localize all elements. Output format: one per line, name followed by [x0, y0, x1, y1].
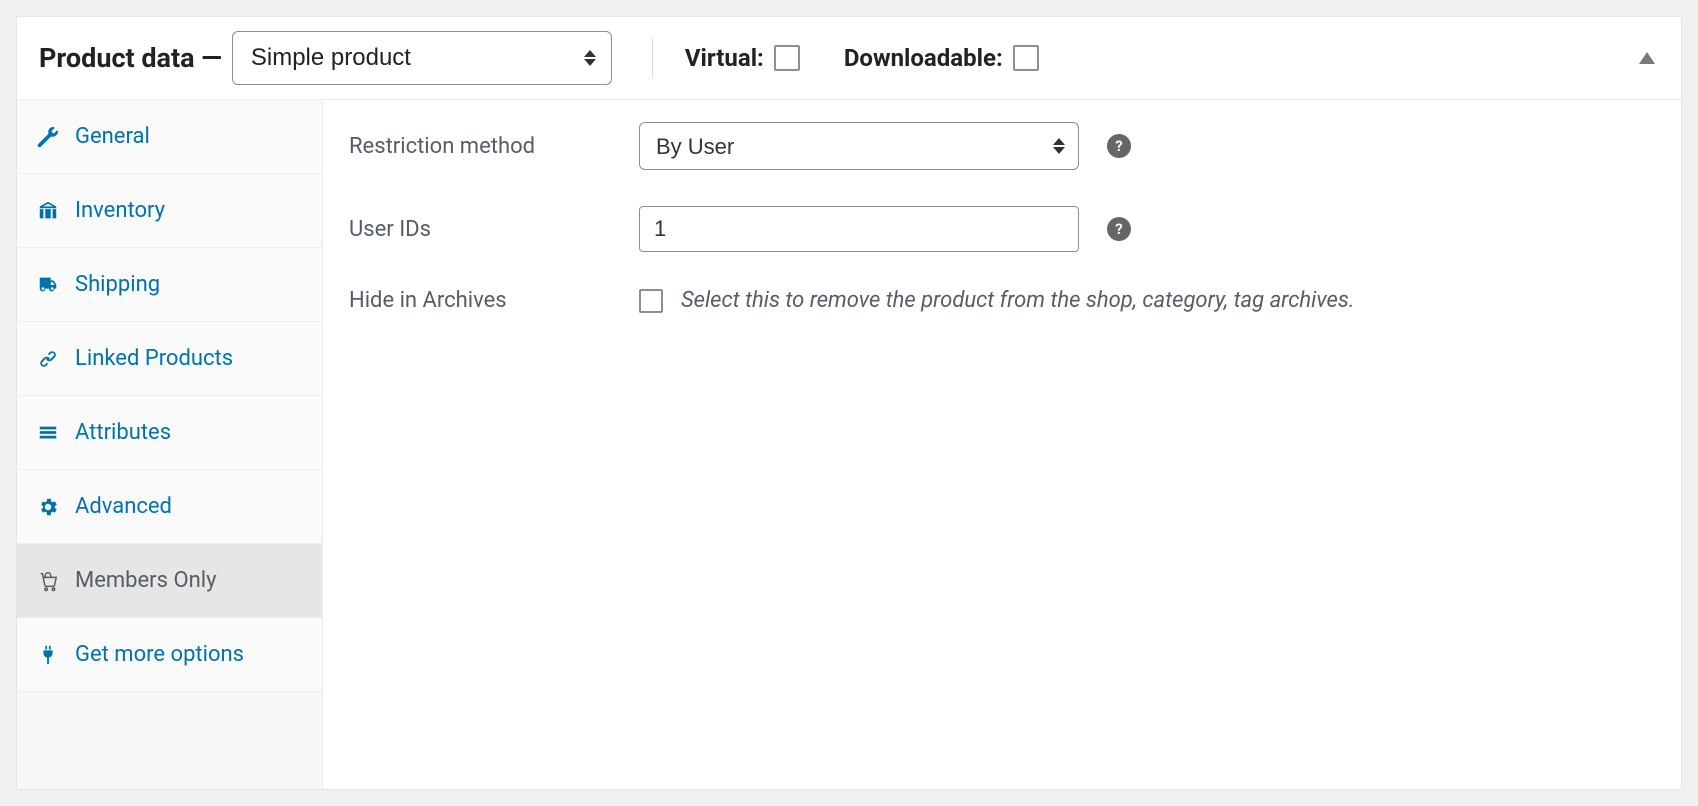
tab-attributes[interactable]: Attributes	[17, 396, 322, 470]
divider	[652, 38, 653, 78]
restriction-method-row: Restriction method By User ?	[349, 122, 1655, 170]
tab-get-more-options[interactable]: Get more options	[17, 618, 322, 692]
cart-icon	[37, 570, 59, 592]
hide-in-archives-hint: Select this to remove the product from t…	[681, 288, 1354, 313]
panel-title: Product data —	[39, 42, 222, 74]
hide-in-archives-label: Hide in Archives	[349, 288, 619, 313]
downloadable-checkbox[interactable]	[1013, 45, 1039, 71]
plug-icon	[37, 644, 59, 666]
user-ids-label: User IDs	[349, 217, 619, 242]
product-data-panel: Product data — Simple product Virtual: D…	[16, 16, 1682, 790]
panel-body: General Inventory Shipping	[17, 100, 1681, 789]
downloadable-label: Downloadable:	[844, 44, 1003, 72]
help-icon[interactable]: ?	[1107, 217, 1131, 241]
tab-members-only[interactable]: Members Only	[17, 544, 322, 618]
collapse-panel-toggle[interactable]	[1639, 52, 1655, 64]
tab-label: Members Only	[75, 568, 217, 593]
downloadable-toggle-group: Downloadable:	[844, 44, 1039, 72]
restriction-method-select[interactable]: By User	[639, 122, 1079, 170]
restriction-method-label: Restriction method	[349, 134, 619, 159]
hide-in-archives-checkbox[interactable]	[639, 289, 663, 313]
tab-label: Advanced	[75, 494, 172, 519]
help-icon[interactable]: ?	[1107, 134, 1131, 158]
tab-general[interactable]: General	[17, 100, 322, 174]
gear-icon	[37, 496, 59, 518]
tab-linked-products[interactable]: Linked Products	[17, 322, 322, 396]
product-type-select-wrap: Simple product	[232, 31, 612, 85]
wrench-icon	[37, 126, 59, 148]
tab-label: General	[75, 124, 150, 149]
tab-label: Shipping	[75, 272, 160, 297]
virtual-toggle-group: Virtual:	[685, 44, 800, 72]
link-icon	[37, 348, 59, 370]
hide-in-archives-row: Hide in Archives Select this to remove t…	[349, 288, 1655, 313]
product-data-tabs: General Inventory Shipping	[17, 100, 323, 789]
tab-content: Restriction method By User ?	[323, 100, 1681, 789]
inventory-icon	[37, 200, 59, 222]
panel-header: Product data — Simple product Virtual: D…	[17, 17, 1681, 100]
product-type-select[interactable]: Simple product	[232, 31, 612, 85]
user-ids-row: User IDs ?	[349, 206, 1655, 252]
tab-shipping[interactable]: Shipping	[17, 248, 322, 322]
list-icon	[37, 422, 59, 444]
tab-label: Attributes	[75, 420, 171, 445]
tab-label: Get more options	[75, 642, 244, 667]
user-ids-input[interactable]	[639, 206, 1079, 252]
truck-icon	[37, 274, 59, 296]
tab-label: Linked Products	[75, 346, 233, 371]
virtual-checkbox[interactable]	[774, 45, 800, 71]
virtual-label: Virtual:	[685, 44, 764, 72]
tab-label: Inventory	[75, 198, 165, 223]
tab-inventory[interactable]: Inventory	[17, 174, 322, 248]
tab-advanced[interactable]: Advanced	[17, 470, 322, 544]
restriction-method-select-wrap: By User	[639, 122, 1079, 170]
chevron-up-icon	[1639, 52, 1655, 64]
